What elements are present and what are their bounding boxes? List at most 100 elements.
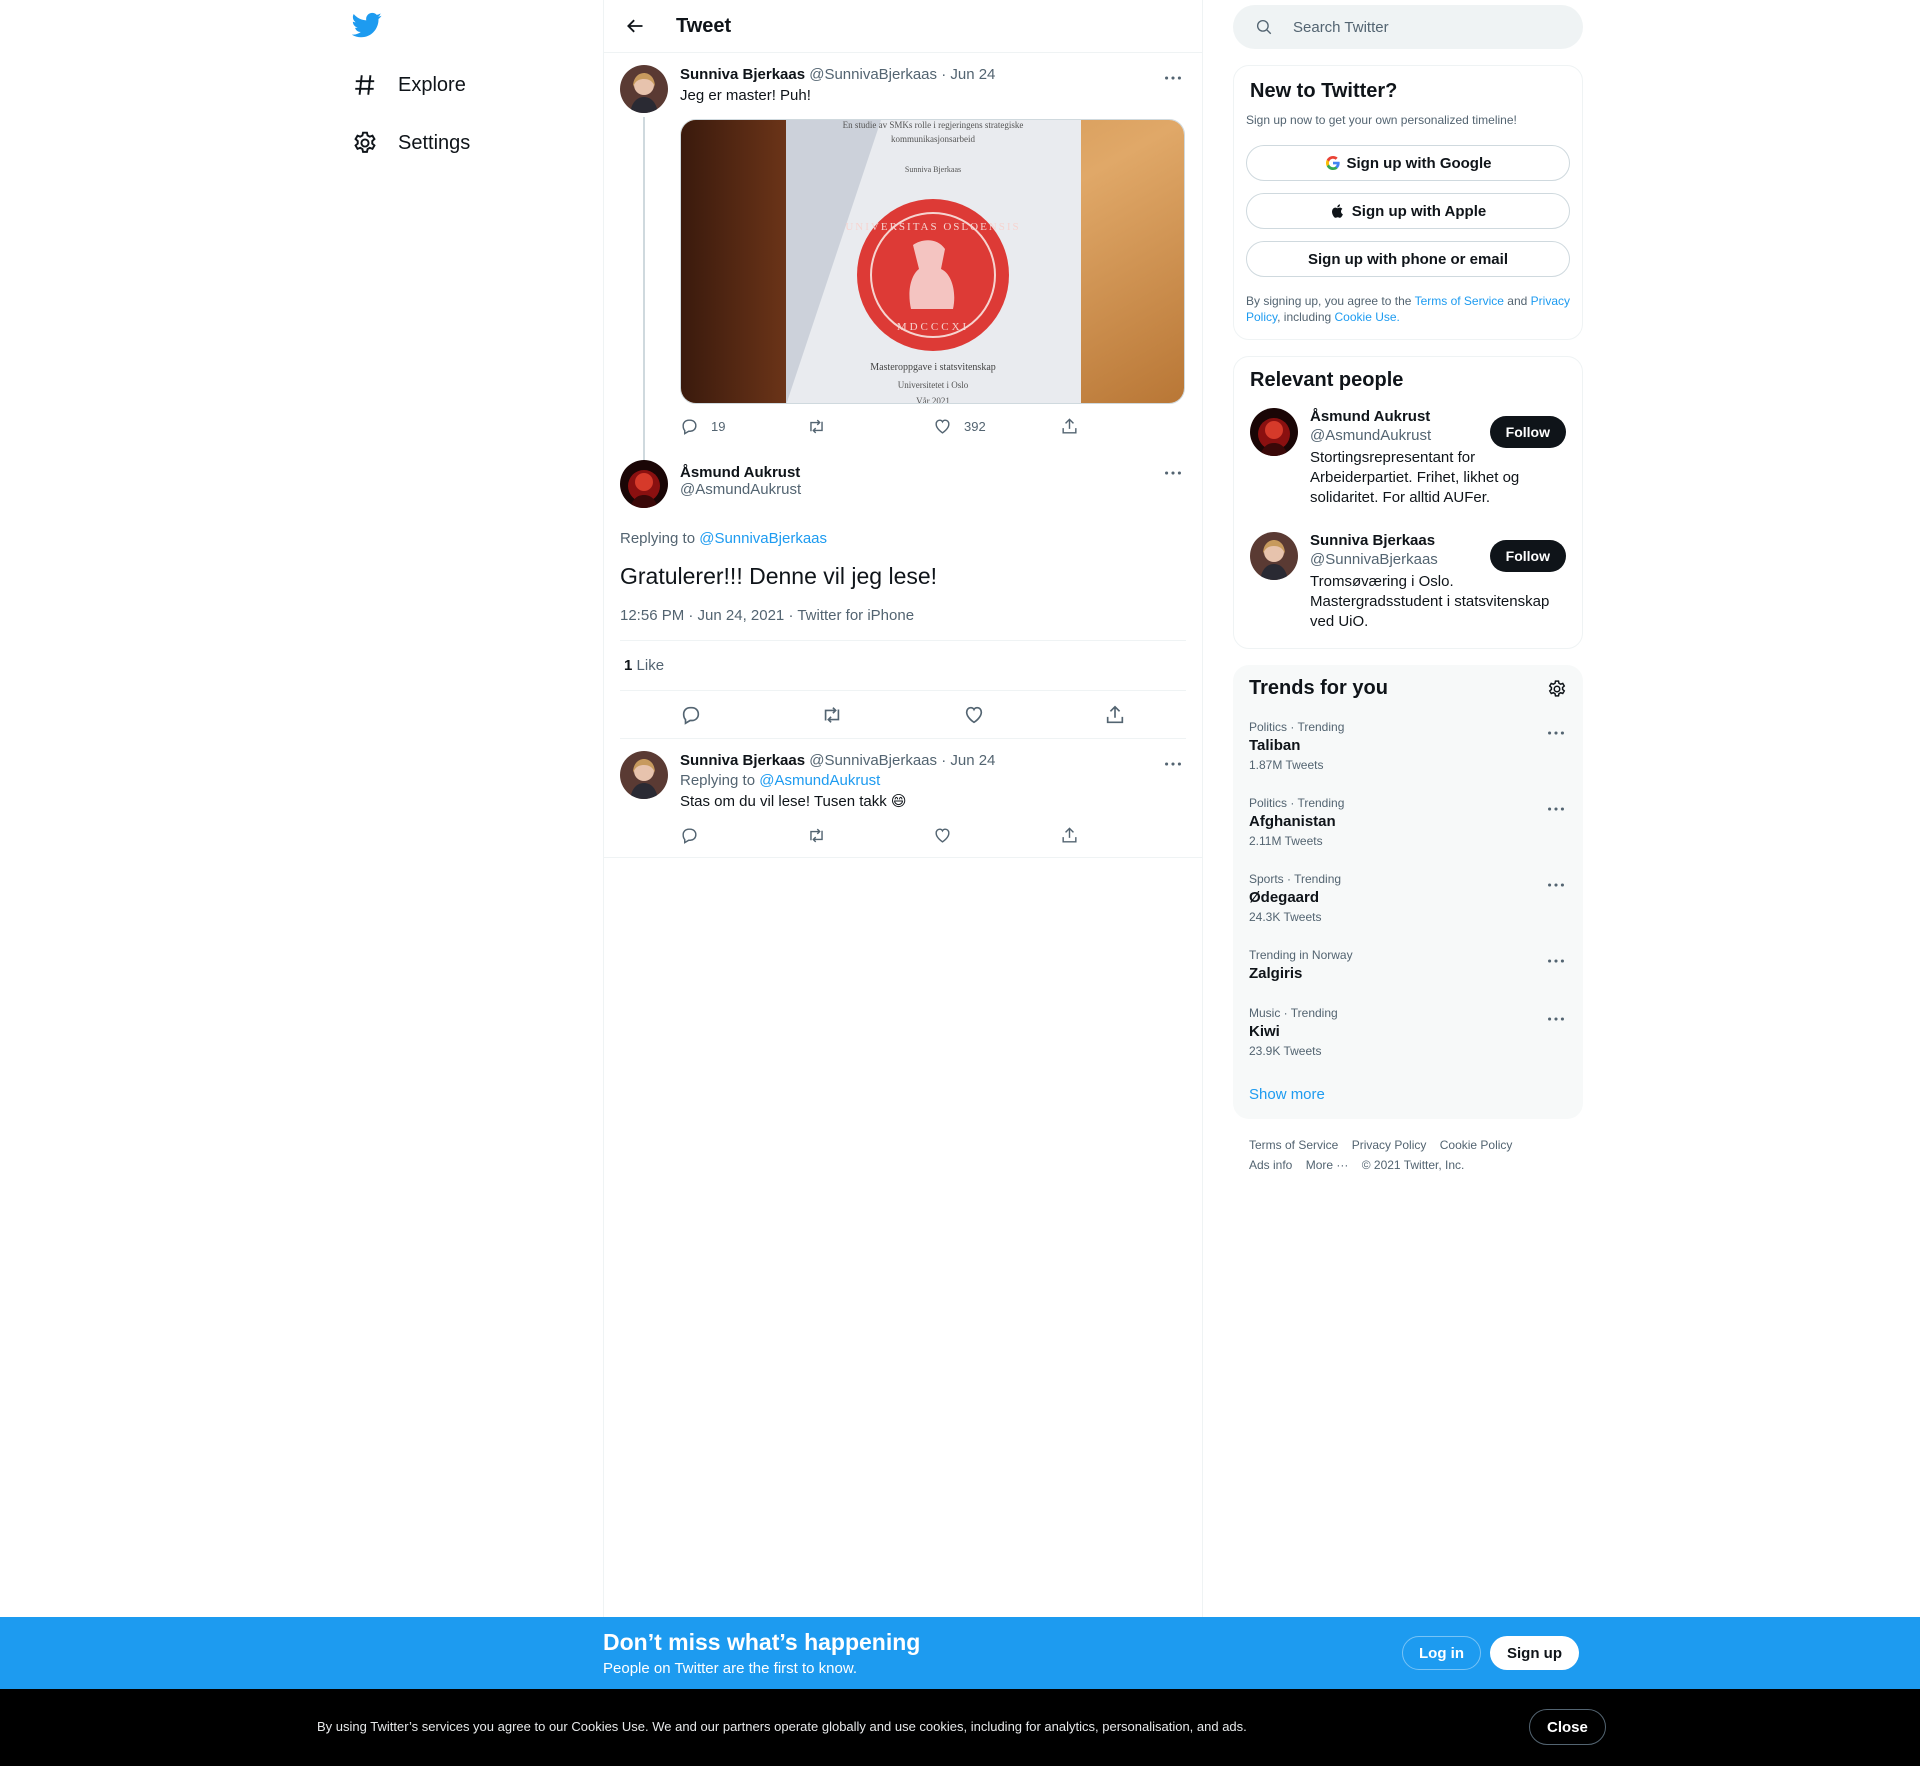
author-handle[interactable]: @SunnivaBjerkaas bbox=[809, 752, 937, 769]
footer-cookie-link[interactable]: Cookie Policy bbox=[1440, 1138, 1513, 1152]
tweet-date[interactable]: · Jun 24 bbox=[941, 752, 995, 769]
cookie-banner-text: By using Twitter’s services you agree to… bbox=[317, 1719, 1247, 1734]
signup-banner-title: Don’t miss what’s happening bbox=[603, 1629, 921, 1655]
retweet-button[interactable] bbox=[807, 826, 934, 845]
author-handle[interactable]: @SunnivaBjerkaas bbox=[809, 66, 937, 83]
focused-tweet-actions bbox=[620, 691, 1186, 739]
signup-button[interactable]: Sign up bbox=[1490, 1636, 1579, 1670]
trend-item[interactable]: Trending in Norway Zalgiris bbox=[1233, 936, 1583, 994]
right-sidebar: New to Twitter? Sign up now to get your … bbox=[1233, 0, 1583, 1191]
trend-name: Afghanistan bbox=[1249, 813, 1336, 830]
relevant-people-title: Relevant people bbox=[1250, 369, 1404, 391]
tweet-text: Stas om du vil lese! Tusen takk 😄 bbox=[680, 793, 907, 810]
avatar[interactable] bbox=[620, 65, 668, 113]
more-options-icon[interactable] bbox=[1162, 67, 1184, 89]
trend-item[interactable]: Politics · Trending Afghanistan 2.11M Tw… bbox=[1233, 784, 1583, 860]
reply-icon[interactable] bbox=[680, 704, 702, 726]
parent-tweet[interactable]: Sunniva Bjerkaas @SunnivaBjerkaas · Jun … bbox=[604, 53, 1202, 507]
trend-category: Politics · Trending bbox=[1249, 796, 1345, 810]
author-name[interactable]: Sunniva Bjerkaas bbox=[680, 752, 805, 769]
tweet-media[interactable]: En studie av SMKs rolle i regjeringens s… bbox=[680, 119, 1185, 404]
show-more-link[interactable]: Show more bbox=[1233, 1070, 1583, 1111]
reply-button[interactable] bbox=[680, 826, 807, 845]
more-options-icon[interactable] bbox=[1545, 950, 1567, 972]
avatar[interactable] bbox=[620, 751, 668, 799]
tweet-meta[interactable]: 12:56 PM · Jun 24, 2021 · Twitter for iP… bbox=[620, 607, 1186, 641]
nav-explore-label: Explore bbox=[398, 73, 466, 96]
terms-of-service-link[interactable]: Terms of Service bbox=[1415, 294, 1504, 308]
replying-to-link[interactable]: @SunnivaBjerkaas bbox=[699, 530, 827, 547]
trend-name: Kiwi bbox=[1249, 1023, 1280, 1040]
trend-item[interactable]: Politics · Trending Taliban 1.87M Tweets bbox=[1233, 708, 1583, 784]
tweet-date[interactable]: · Jun 24 bbox=[941, 66, 995, 83]
replying-to-link[interactable]: @AsmundAukrust bbox=[759, 772, 880, 789]
like-button[interactable]: 392 bbox=[933, 417, 1060, 436]
signup-apple-button[interactable]: Sign up with Apple bbox=[1246, 193, 1570, 229]
nav-explore[interactable]: Explore bbox=[350, 56, 590, 114]
author-name[interactable]: Åsmund Aukrust bbox=[680, 464, 1186, 481]
heart-icon bbox=[935, 827, 950, 843]
media-author: Sunniva Bjerkaas bbox=[905, 165, 961, 174]
more-options-icon[interactable] bbox=[1545, 722, 1567, 744]
main-column: Tweet Sunniva Bjerkaas @SunnivaBjerkaas … bbox=[603, 0, 1203, 1766]
follow-button[interactable]: Follow bbox=[1489, 416, 1566, 448]
more-options-icon[interactable] bbox=[1162, 462, 1184, 484]
avatar[interactable] bbox=[1250, 532, 1298, 580]
login-button[interactable]: Log in bbox=[1402, 1636, 1481, 1670]
person-card[interactable]: Åsmund Aukrust @AsmundAukrust Stortingsr… bbox=[1246, 400, 1570, 516]
avatar-sunniva-image bbox=[620, 65, 668, 113]
heart-icon bbox=[935, 418, 950, 434]
retweet-icon[interactable] bbox=[821, 704, 843, 726]
follow-button[interactable]: Follow bbox=[1489, 540, 1566, 572]
more-options-icon[interactable] bbox=[1162, 753, 1184, 775]
nav-settings[interactable]: Settings bbox=[350, 114, 590, 172]
retweet-button[interactable] bbox=[807, 417, 934, 436]
signup-google-button[interactable]: Sign up with Google bbox=[1246, 145, 1570, 181]
back-arrow-icon[interactable] bbox=[625, 16, 645, 36]
like-count: 392 bbox=[964, 418, 986, 434]
avatar[interactable] bbox=[620, 460, 668, 508]
retweet-icon bbox=[809, 828, 823, 842]
likes-summary[interactable]: 1 Like bbox=[620, 641, 1186, 691]
share-button[interactable] bbox=[1060, 826, 1187, 845]
trend-item[interactable]: Music · Trending Kiwi 23.9K Tweets bbox=[1233, 994, 1583, 1070]
relevant-people-card: Relevant people Åsmund Aukrust @AsmundAu… bbox=[1233, 356, 1583, 649]
media-thesis: Masteroppgave i statsvitenskap bbox=[870, 362, 996, 373]
footer-privacy-link[interactable]: Privacy Policy bbox=[1352, 1138, 1427, 1152]
footer-more-link[interactable]: More ··· bbox=[1306, 1158, 1349, 1172]
more-options-icon[interactable] bbox=[1545, 798, 1567, 820]
more-options-icon[interactable] bbox=[1545, 1008, 1567, 1030]
footer-ads-link[interactable]: Ads info bbox=[1249, 1158, 1292, 1172]
signup-legal-text: By signing up, you agree to the Terms of… bbox=[1246, 293, 1570, 325]
more-options-icon[interactable] bbox=[1545, 874, 1567, 896]
author-name[interactable]: Sunniva Bjerkaas bbox=[680, 66, 805, 83]
search-bar[interactable] bbox=[1233, 5, 1583, 49]
person-card[interactable]: Sunniva Bjerkaas @SunnivaBjerkaas Tromsø… bbox=[1246, 524, 1570, 640]
reply-button[interactable]: 19 bbox=[680, 417, 807, 436]
new-to-twitter-card: New to Twitter? Sign up now to get your … bbox=[1233, 65, 1583, 340]
twitter-logo-icon[interactable] bbox=[352, 10, 382, 40]
legal-text-2: and bbox=[1507, 294, 1528, 308]
media-seal-year: MDCCCXI bbox=[897, 321, 969, 333]
gear-icon[interactable] bbox=[1547, 679, 1567, 699]
author-handle[interactable]: @AsmundAukrust bbox=[680, 481, 1186, 498]
footer-tos-link[interactable]: Terms of Service bbox=[1249, 1138, 1338, 1152]
heart-icon[interactable] bbox=[963, 704, 985, 726]
trend-item[interactable]: Sports · Trending Ødegaard 24.3K Tweets bbox=[1233, 860, 1583, 936]
reply-tweet[interactable]: Sunniva Bjerkaas @SunnivaBjerkaas · Jun … bbox=[604, 739, 1202, 858]
share-button[interactable] bbox=[1060, 417, 1187, 436]
page-title: Tweet bbox=[676, 14, 732, 37]
legal-text-1: By signing up, you agree to the bbox=[1246, 294, 1412, 308]
avatar[interactable] bbox=[1250, 408, 1298, 456]
like-button[interactable] bbox=[933, 826, 1060, 845]
cookie-use-link[interactable]: Cookie Use. bbox=[1335, 310, 1400, 324]
replying-prefix: Replying to bbox=[620, 530, 696, 547]
tweet-body: Sunniva Bjerkaas @SunnivaBjerkaas · Jun … bbox=[680, 751, 1186, 857]
search-input[interactable] bbox=[1293, 18, 1553, 36]
media-year: Vår 2021 bbox=[916, 396, 950, 404]
hashtag-icon bbox=[355, 75, 375, 95]
left-navigation: Explore Settings bbox=[350, 10, 590, 172]
share-icon[interactable] bbox=[1104, 704, 1126, 726]
signup-phone-email-button[interactable]: Sign up with phone or email bbox=[1246, 241, 1570, 277]
cookie-close-button[interactable]: Close bbox=[1529, 1709, 1606, 1745]
